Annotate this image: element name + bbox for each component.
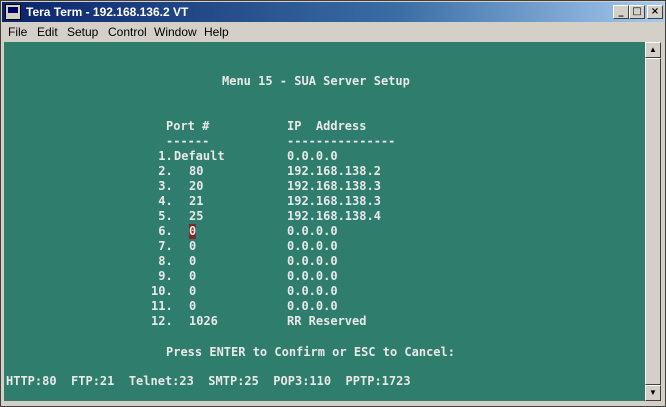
confirm-prompt: Press ENTER to Confirm or ESC to Cancel: [166,345,455,359]
row-number: 6. [151,224,173,238]
col-header-ip: IP Address [287,119,367,133]
vertical-scrollbar[interactable]: ▲ ▼ [645,42,661,401]
col-header-port: Port # [166,119,210,133]
port-field[interactable]: 0 [189,269,196,284]
row-number: 2. [151,164,173,178]
ip-address-field[interactable]: 0.0.0.0 [287,224,338,239]
port-field[interactable]: 0 [189,239,196,254]
terminal-screen[interactable]: Menu 15 - SUA Server Setup Port # IP Add… [4,42,645,401]
row-number: 8. [151,254,173,268]
port-field[interactable]: 0 [189,254,196,269]
ip-address-field[interactable]: 192.168.138.4 [287,209,381,224]
service-ports-footer: HTTP:80 FTP:21 Telnet:23 SMTP:25 POP3:11… [6,374,411,388]
window-title: Tera Term - 192.168.136.2 VT [26,5,189,19]
menu-setup[interactable]: Setup [67,25,98,39]
minimize-icon: _ [618,6,624,17]
row-number: 11. [151,299,173,313]
scroll-up-button[interactable]: ▲ [645,42,661,58]
ip-address-field[interactable]: 0.0.0.0 [287,269,338,284]
menu-window[interactable]: Window [154,25,197,39]
arrow-down-icon: ▼ [649,388,657,397]
menu-file[interactable]: File [8,25,27,39]
ip-address-field[interactable]: 192.168.138.2 [287,164,381,179]
menu-help[interactable]: Help [204,25,229,39]
minimize-button[interactable]: _ [613,5,629,19]
ip-address-field[interactable]: 0.0.0.0 [287,239,338,254]
row-number: 1. [151,149,173,163]
port-field[interactable]: 80 [189,164,203,179]
menu-edit[interactable]: Edit [37,25,58,39]
scroll-down-button[interactable]: ▼ [645,385,661,401]
teraterm-window: Tera Term - 192.168.136.2 VT _ □ × File … [0,0,666,407]
close-icon: × [650,6,660,17]
port-field[interactable]: 0 [189,284,196,299]
maximize-button[interactable]: □ [629,5,645,19]
row-number: 3. [151,179,173,193]
menu-bar: File Edit Setup Control Window Help [2,22,664,41]
row-number: 4. [151,194,173,208]
port-field[interactable]: 20 [189,179,203,194]
row-number: 10. [151,284,173,298]
ip-address-field[interactable]: 192.168.138.3 [287,194,381,209]
separator-ip: --------------- [287,134,396,148]
port-field[interactable]: Default [174,149,225,164]
ip-address-field[interactable]: RR Reserved [287,314,366,329]
ip-address-field[interactable]: 0.0.0.0 [287,284,338,299]
ip-address-field[interactable]: 0.0.0.0 [287,254,338,269]
close-button[interactable]: × [647,5,663,19]
row-number: 9. [151,269,173,283]
port-field[interactable]: 21 [189,194,203,209]
title-bar[interactable]: Tera Term - 192.168.136.2 VT _ □ × [2,2,664,22]
row-number: 7. [151,239,173,253]
port-field[interactable]: 0 [189,299,196,314]
row-number: 12. [151,314,173,328]
scroll-thumb[interactable] [645,58,661,385]
ip-address-field[interactable]: 0.0.0.0 [287,149,338,164]
port-field[interactable]: 25 [189,209,203,224]
arrow-up-icon: ▲ [649,45,657,54]
ip-address-field[interactable]: 0.0.0.0 [287,299,338,314]
ip-address-field[interactable]: 192.168.138.3 [287,179,381,194]
maximize-icon: □ [632,6,642,17]
port-field[interactable]: 0 [189,224,197,239]
menu-heading: Menu 15 - SUA Server Setup [222,74,410,88]
row-number: 5. [151,209,173,223]
teraterm-app-icon[interactable] [5,4,21,20]
menu-control[interactable]: Control [108,25,147,39]
separator-port: ------ [166,134,210,148]
port-field[interactable]: 1026 [189,314,218,329]
